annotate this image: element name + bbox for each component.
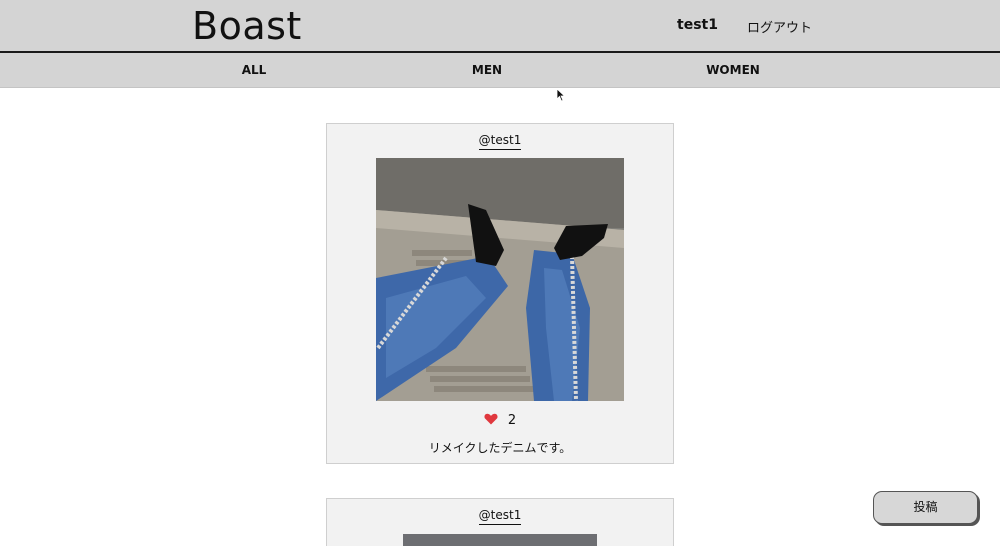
heart-icon[interactable]: [484, 413, 498, 425]
post-caption: リメイクしたデニムです。: [428, 441, 572, 455]
mouse-cursor-icon: [556, 88, 566, 102]
post-author: @test1: [327, 508, 673, 525]
nav-item-women[interactable]: WOMEN: [706, 63, 760, 77]
new-post-button[interactable]: 投稿: [873, 491, 978, 524]
post-author-link[interactable]: @test1: [478, 133, 522, 150]
like-row: 2: [327, 413, 673, 428]
post-photo[interactable]: [376, 158, 624, 401]
logout-link[interactable]: ログアウト: [747, 17, 812, 36]
denim-photo-illustration: [376, 158, 624, 401]
post-card: @test1: [326, 498, 674, 546]
post-author: @test1: [327, 133, 673, 150]
nav-item-men[interactable]: MEN: [472, 63, 502, 77]
site-header: Boast test1 ログアウト: [0, 0, 1000, 53]
current-username[interactable]: test1: [677, 17, 718, 33]
post-card: @test1: [326, 123, 674, 464]
post-author-link[interactable]: @test1: [478, 508, 522, 525]
nav-item-all[interactable]: ALL: [242, 63, 267, 77]
site-logo[interactable]: Boast: [192, 4, 302, 48]
like-count: 2: [507, 413, 517, 428]
post-photo[interactable]: [403, 534, 597, 546]
category-nav: ALL MEN WOMEN: [0, 53, 1000, 88]
